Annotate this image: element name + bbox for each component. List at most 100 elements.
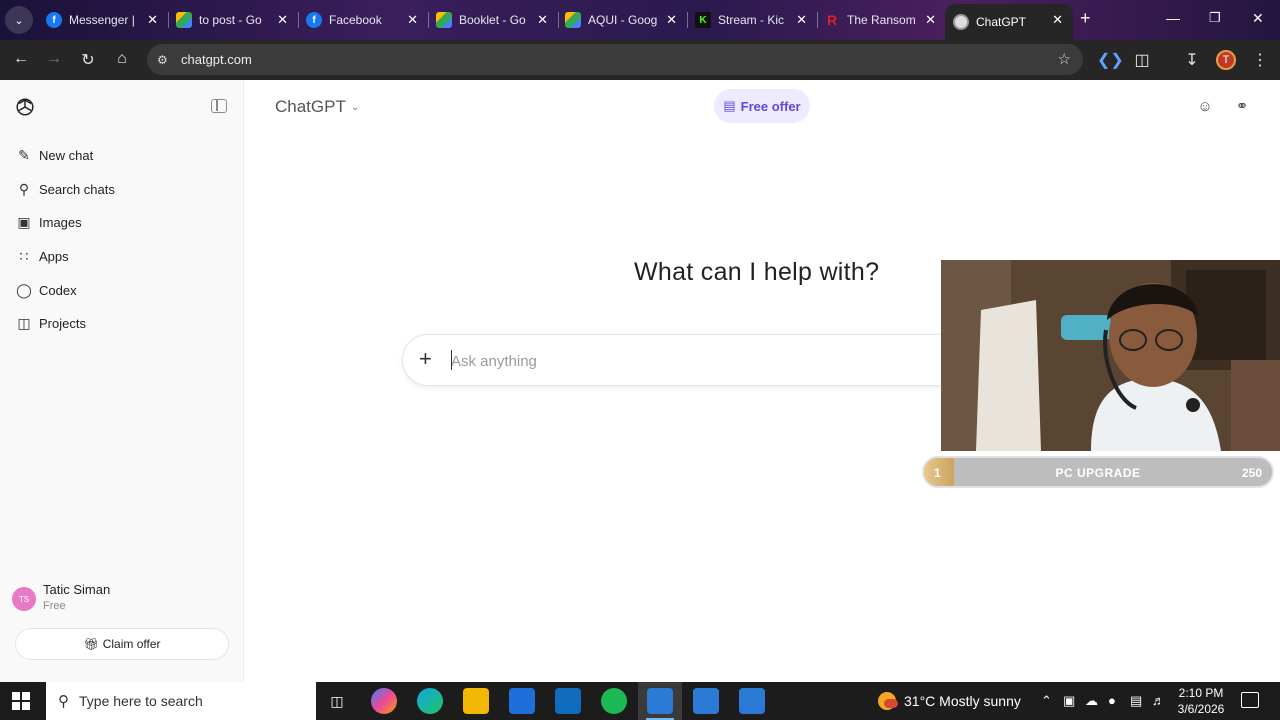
weather-temp: 31°C [904,693,936,709]
search-icon: ⚲ [58,693,69,710]
openai-logo-icon[interactable] [14,96,36,118]
tab-label: to post - Go [199,13,262,27]
chrome-window-icon[interactable] [647,688,673,714]
onedrive-icon[interactable]: ☁ [1085,693,1098,709]
user-name: Tatic Siman [43,582,111,597]
windows-start-icon[interactable] [12,692,30,710]
url-text[interactable]: chatgpt.com [181,52,252,67]
forward-icon[interactable]: → [43,50,65,68]
close-tab-icon[interactable]: ✕ [666,12,677,28]
google-drive-icon [436,12,452,28]
model-picker[interactable]: ChatGPT ⌄ [275,97,359,117]
address-bar[interactable]: ⚙ chatgpt.com ☆ [147,44,1083,75]
tab-stream-kick[interactable]: K Stream - Kic ✕ [687,4,818,36]
new-tab-button[interactable]: + [1080,8,1091,29]
network-icon[interactable]: ▤ [1130,693,1142,709]
restore-icon[interactable]: ❐ [1209,10,1221,26]
minimize-icon[interactable]: — [1166,10,1180,26]
microsoft-store-icon[interactable] [509,688,535,714]
images-icon: ▣ [17,213,31,230]
bookmark-star-icon[interactable]: ☆ [1058,50,1071,68]
close-tab-icon[interactable]: ✕ [407,12,418,28]
tab-label: Stream - Kic [718,13,785,27]
facebook-icon: f [46,12,62,28]
tab-to-post[interactable]: to post - Go ✕ [168,4,299,36]
user-profile-row[interactable]: TS Tatic Siman Free [12,582,232,616]
sidebar-item-label: Apps [39,248,69,264]
pencil-square-icon: ✎ [18,146,30,163]
page-title: What can I help with? [634,258,880,286]
file-explorer-icon[interactable] [463,688,489,714]
temporary-chat-icon[interactable]: ⚭ [1233,97,1251,115]
sidebar-item-images[interactable]: ▣ Images [8,207,236,237]
weather-desc: Mostly sunny [939,693,1021,709]
read-aloud-icon[interactable]: ❮❯ [1097,50,1124,70]
tab-booklet[interactable]: Booklet - Go ✕ [428,4,559,36]
site-settings-icon[interactable]: ⚙ [157,53,175,67]
notification-center-icon[interactable] [1241,692,1259,708]
volume-icon[interactable]: ♬ [1152,693,1165,708]
codex-icon: ◯ [16,281,32,298]
free-offer-label: Free offer [740,98,801,114]
tab-label: AQUI - Goog [588,13,658,27]
copilot-icon[interactable] [371,688,397,714]
user-plan: Free [43,600,66,612]
tab-chatgpt[interactable]: ChatGPT ✕ [945,4,1073,40]
claim-offer-button[interactable]: 🎁︎ Claim offer [15,628,229,660]
chatgpt-icon [953,14,969,30]
goal-progress-bar: 1 PC UPGRADE 250 [922,456,1274,488]
profile-avatar[interactable]: T [1216,50,1236,70]
close-window-icon[interactable]: ✕ [1252,10,1264,27]
close-tab-icon[interactable]: ✕ [537,12,548,28]
microphone-icon[interactable]: ● [1108,693,1116,708]
spotify-icon[interactable] [601,688,627,714]
download-icon[interactable]: ↧ [1181,50,1203,70]
meet-now-icon[interactable]: ▣ [1063,693,1075,709]
system-clock[interactable]: 2:10 PM 3/6/2026 [1172,685,1230,717]
taskbar-search-placeholder: Type here to search [79,693,203,709]
google-drive-icon [565,12,581,28]
weather-widget[interactable]: 31°C Mostly sunny [878,692,1021,710]
sidebar-item-label: Codex [39,282,77,298]
sidebar-item-apps[interactable]: ∷ Apps [8,241,236,271]
home-icon[interactable]: ⌂ [111,50,133,68]
window-app-icon[interactable] [739,688,765,714]
claim-offer-label: Claim offer [102,637,161,651]
recording-app-icon[interactable] [693,688,719,714]
show-hidden-icons-icon[interactable]: ⌃ [1041,693,1052,709]
tab-facebook[interactable]: f Facebook ✕ [298,4,429,36]
weather-icon [878,692,898,710]
close-tab-icon[interactable]: ✕ [1052,12,1063,28]
task-view-icon[interactable]: ◫ [324,688,350,714]
extensions-icon[interactable]: ◫ [1131,50,1153,70]
prompt-input[interactable] [451,349,891,373]
tab-messenger[interactable]: f Messenger | ✕ [38,4,169,36]
free-offer-button[interactable]: ▤ Free offer [714,89,810,123]
close-tab-icon[interactable]: ✕ [147,12,158,28]
clock-date: 3/6/2026 [1177,702,1225,716]
add-attachment-icon[interactable]: + [419,346,432,372]
close-tab-icon[interactable]: ✕ [277,12,288,28]
reload-icon[interactable]: ↻ [77,50,99,70]
gift-icon: 🎁︎ [83,637,99,651]
close-tab-icon[interactable]: ✕ [796,12,807,28]
back-icon[interactable]: ← [10,50,32,68]
tab-aqui[interactable]: AQUI - Goog ✕ [557,4,688,36]
browser-menu-icon[interactable]: ⋮ [1249,50,1271,70]
toggle-sidebar-icon[interactable] [211,99,227,113]
taskbar-search[interactable]: ⚲ Type here to search [46,682,316,720]
outlook-icon[interactable] [555,688,581,714]
browser-toolbar: ← → ↻ ⌂ ⚙ chatgpt.com ☆ ❮❯ ◫ ↧ T ⋮ [0,40,1280,80]
sidebar-item-projects[interactable]: ◫ Projects [8,308,236,338]
sidebar-item-new-chat[interactable]: ✎ New chat [8,140,236,170]
sidebar-item-label: Search chats [39,181,115,197]
edge-browser-icon[interactable] [417,688,443,714]
sidebar-item-search-chats[interactable]: ⚲ Search chats [8,174,236,204]
facebook-icon: f [306,12,322,28]
tab-the-ransom[interactable]: R The Ransom ✕ [816,4,946,36]
apps-grid-icon: ∷ [19,247,29,264]
tab-search-chevron-icon[interactable]: ⌄ [5,6,33,34]
close-tab-icon[interactable]: ✕ [925,12,936,28]
add-person-icon[interactable]: ☺ [1196,97,1214,115]
sidebar-item-codex[interactable]: ◯ Codex [8,275,236,305]
